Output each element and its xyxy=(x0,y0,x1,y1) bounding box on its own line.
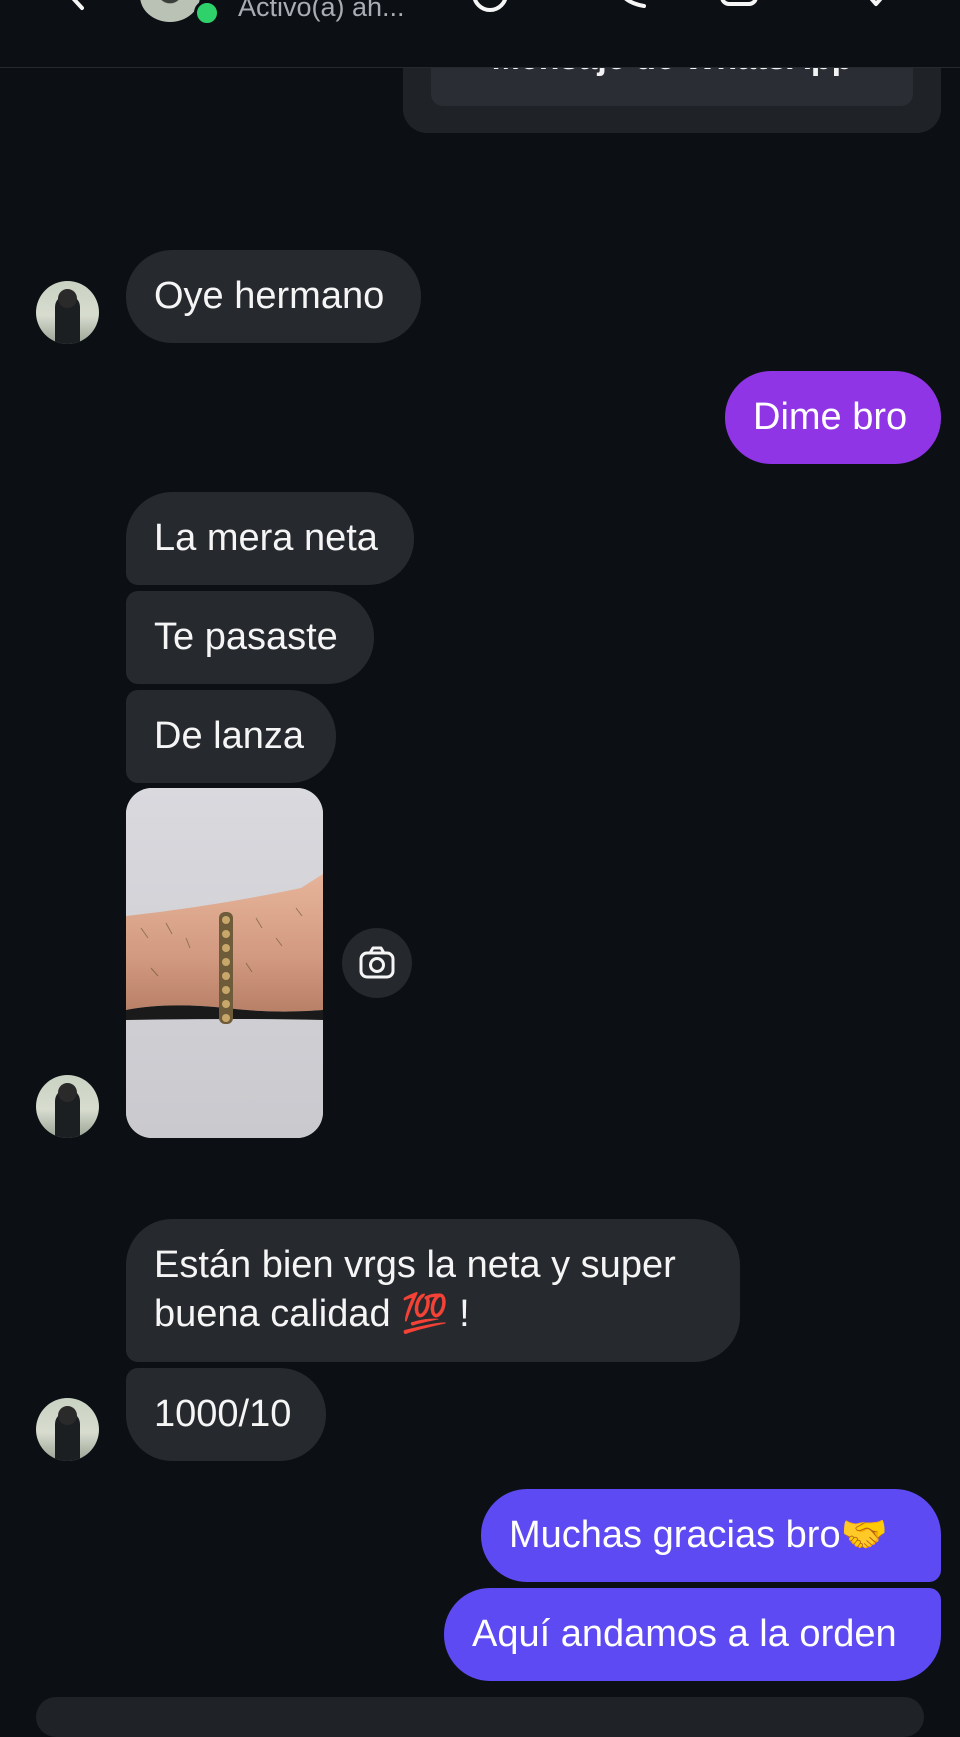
incoming-message[interactable]: La mera neta xyxy=(126,492,414,585)
video-icon[interactable] xyxy=(720,0,760,12)
bracelet-photo xyxy=(126,788,323,1138)
message-composer[interactable] xyxy=(36,1697,924,1737)
incoming-message[interactable]: Oye hermano xyxy=(126,250,421,343)
camera-icon xyxy=(359,946,395,979)
incoming-message[interactable]: Están bien vrgs la neta y super buena ca… xyxy=(126,1219,740,1362)
outgoing-message[interactable]: Muchas gracias bro🤝 xyxy=(481,1489,941,1582)
chat-header: Activo(a) ah... xyxy=(0,0,960,68)
info-icon[interactable] xyxy=(470,0,510,12)
incoming-message[interactable]: Te pasaste xyxy=(126,591,374,684)
photo-message[interactable] xyxy=(126,788,323,1138)
tag-icon[interactable] xyxy=(858,0,898,12)
outgoing-message[interactable]: Aquí andamos a la orden xyxy=(444,1588,941,1681)
contact-avatar-small[interactable] xyxy=(36,1075,99,1138)
online-indicator xyxy=(194,0,220,26)
message-line: Están bien vrgs la neta y super xyxy=(154,1244,676,1286)
contact-avatar-small[interactable] xyxy=(36,1398,99,1461)
outgoing-message[interactable]: Dime bro xyxy=(725,371,941,464)
back-arrow-icon[interactable] xyxy=(60,0,94,12)
contact-avatar-small[interactable] xyxy=(36,281,99,344)
contact-avatar[interactable] xyxy=(140,0,200,22)
phone-icon[interactable] xyxy=(610,0,650,12)
contact-status: Activo(a) ah... xyxy=(238,0,405,22)
message-line: buena calidad 💯 ! xyxy=(154,1293,470,1335)
incoming-message[interactable]: 1000/10 xyxy=(126,1368,326,1461)
camera-button[interactable] xyxy=(342,928,412,998)
incoming-message[interactable]: De lanza xyxy=(126,690,336,783)
